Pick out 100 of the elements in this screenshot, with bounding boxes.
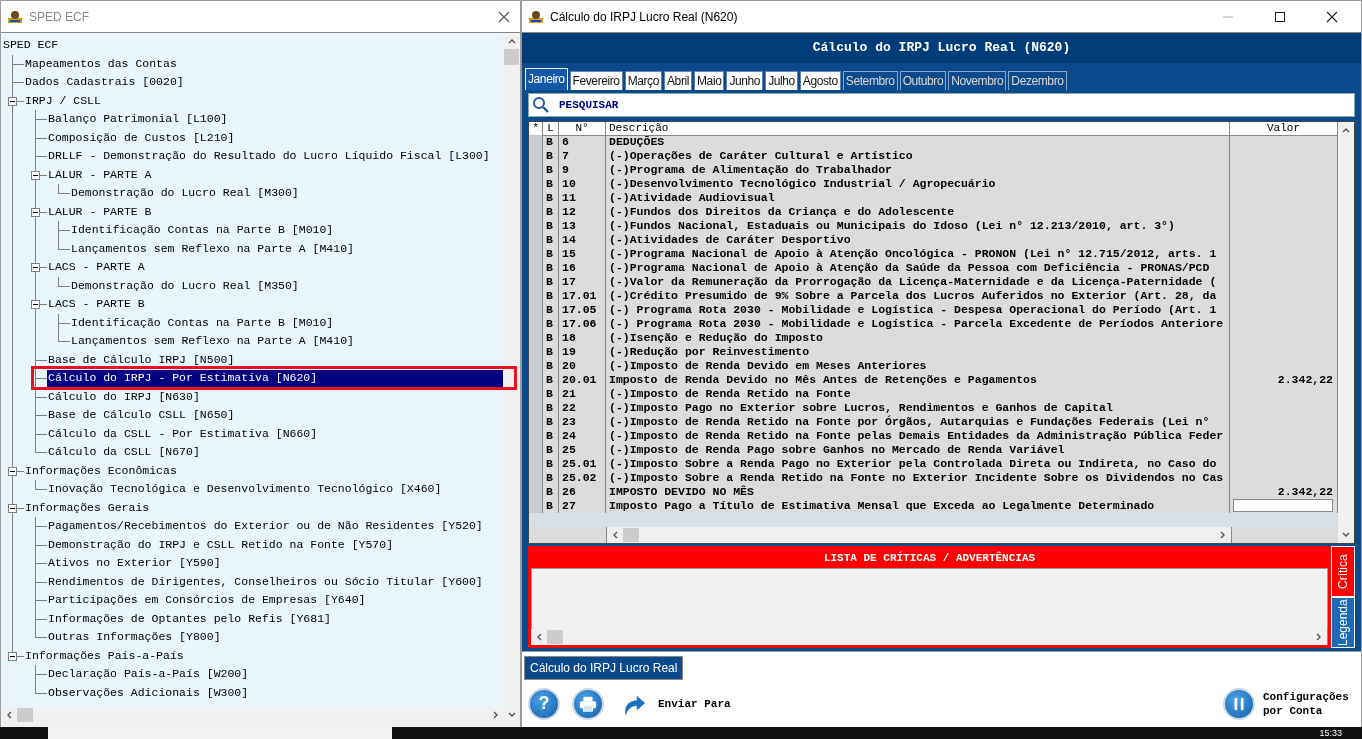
month-tab[interactable]: Maio (694, 71, 725, 90)
tree-item[interactable]: Composição de Custos [L210] (47, 128, 235, 147)
collapse-icon[interactable] (8, 96, 17, 106)
table-cell: B (543, 415, 559, 429)
scrollbar-thumb[interactable] (17, 708, 33, 722)
collapse-icon[interactable] (31, 263, 40, 272)
settings-button[interactable] (1223, 687, 1255, 720)
tree-item[interactable]: Observações Adicionais [W300] (47, 683, 249, 702)
tree-item[interactable]: Participações em Consórcios de Empresas [Y640] (47, 591, 366, 610)
tree-item[interactable]: Cálculo do IRPJ - Por Estimativa [N620] (47, 370, 503, 387)
window-title: SPED ECF (29, 9, 90, 24)
scrollbar[interactable] (1338, 122, 1354, 543)
month-tab[interactable]: Abril (664, 71, 692, 90)
tree-item[interactable]: Inovação Tecnológica e Desenvolvimento Tecnológico [X460] (47, 480, 442, 499)
table-cell: B (543, 247, 559, 261)
column-header: N° (559, 122, 606, 136)
document-tab[interactable]: Cálculo do IRPJ Lucro Real (524, 656, 684, 680)
side-tab[interactable]: Crítica (1331, 546, 1355, 597)
tree-item[interactable]: Cálculo do IRPJ [N630] (47, 387, 200, 406)
table-cell: (-)Programa Nacional de Apoio à Atenção Oncológica - PRONON (Lei n° 12.715/2012, arts. 1 (606, 247, 1230, 261)
table-cell: (-)Fundos Nacional, Estaduais ou Municipais do Idoso (Lei n° 12.213/2010, art. 3°) (606, 219, 1230, 233)
scrollbar-thumb[interactable] (504, 49, 519, 65)
month-tab[interactable]: Junho (726, 71, 764, 90)
row-selector-cell[interactable] (529, 135, 543, 149)
tree-item[interactable]: LACS - PARTE A (47, 258, 145, 277)
tree-item[interactable]: Demonstração do IRPJ e CSLL Retido na Fonte [Y570] (47, 535, 394, 554)
table-cell: (-) Programa Rota 2030 - Mobilidade e Logística - Despesa Operacional do Período (Art. 1 (606, 303, 1230, 317)
tree-item[interactable]: Base de Cálculo CSLL [N650] (47, 406, 235, 425)
table-cell: 21 (559, 387, 606, 401)
collapse-icon[interactable] (31, 170, 40, 180)
send-to-button[interactable]: Enviar Para (658, 697, 731, 710)
tree-item[interactable]: Identificação Contas na Parte B [M010] (70, 313, 334, 332)
tree-item[interactable]: Base de Cálculo IRPJ [N500] (47, 350, 235, 369)
tree-item[interactable]: IRPJ / CSLL (24, 91, 101, 110)
scrollbar[interactable] (531, 629, 1328, 645)
table-cell: 18 (559, 331, 606, 345)
table-cell: (-)Crédito Presumido de 9% Sobre a Parcela dos Lucros Auferidos no Exterior (Art. 28, da (606, 289, 1230, 303)
month-tab[interactable]: Julho (765, 71, 798, 90)
tree-item[interactable]: DRLLF - Demonstração do Resultado do Lucro Líquido Fiscal [L300] (47, 147, 490, 166)
close-icon[interactable] (498, 10, 510, 23)
scrollbar-thumb[interactable] (547, 630, 563, 644)
table-cell: 6 (559, 135, 606, 149)
month-tab[interactable]: Fevereiro (569, 71, 623, 90)
month-tab[interactable]: Agosto (799, 71, 841, 90)
tree-item[interactable]: Informações Econômicas (24, 461, 177, 480)
tree-item[interactable]: Demonstração do Lucro Real [M350] (70, 276, 299, 295)
table-cell: 9 (559, 163, 606, 177)
table-cell: B (543, 373, 559, 387)
tree-item[interactable]: Lançamentos sem Reflexo na Parte A [M410] (70, 239, 354, 258)
tree-item[interactable]: LALUR - PARTE B (47, 202, 152, 221)
collapse-icon[interactable] (31, 300, 40, 309)
table-cell: (-)Redução por Reinvestimento (606, 345, 1230, 359)
tree-item[interactable]: Informações Gerais (24, 498, 150, 517)
table-cell: 16 (559, 261, 606, 275)
table-cell: B (543, 429, 559, 443)
panel-title: LISTA DE CRÍTICAS / ADVERTÊNCIAS (822, 550, 1037, 566)
scrollbar[interactable] (606, 527, 1232, 543)
table-cell: 26 (559, 485, 606, 499)
tree-item[interactable]: Outras Informações [Y800] (47, 628, 221, 647)
table-cell: (-)Programa de Alimentação do Trabalhador (606, 163, 1230, 177)
tree-item[interactable]: LACS - PARTE B (47, 295, 145, 314)
tree-item[interactable]: Mapeamentos das Contas (24, 54, 177, 73)
printer-icon (579, 694, 597, 713)
tree-item[interactable]: Cálculo da CSLL [N670] (47, 443, 200, 462)
collapse-icon[interactable] (8, 503, 17, 513)
collapse-icon[interactable] (8, 466, 17, 476)
table-cell: B (543, 485, 559, 499)
collapse-icon[interactable] (31, 207, 40, 217)
table-cell: 24 (559, 429, 606, 443)
tree-item[interactable]: Ativos no Exterior [Y590] (47, 554, 221, 573)
tree-item[interactable]: LALUR - PARTE A (47, 165, 152, 184)
taskbar-search-field[interactable] (48, 727, 392, 739)
settings-label[interactable]: Configurações por Conta (1263, 689, 1353, 718)
table-cell: B (543, 289, 559, 303)
value-field[interactable] (1233, 499, 1333, 512)
search-field[interactable]: PESQUISAR (528, 93, 1355, 117)
table-cell: DEDUÇÕES (606, 135, 1230, 149)
month-tab[interactable]: Janeiro (525, 68, 568, 90)
tree-item[interactable]: Rendimentos de Dirigentes, Conselheiros ou Sócio Titular [Y600] (47, 572, 483, 591)
tree-item[interactable]: Lançamentos sem Reflexo na Parte A [M410] (70, 332, 354, 351)
tree-item[interactable]: Demonstração do Lucro Real [M300] (70, 184, 299, 203)
tree-item[interactable]: Informações de Optantes pelo Refis [Y681] (47, 609, 331, 628)
tree-item[interactable]: Declaração País-a-País [W200] (47, 665, 249, 684)
scrollbar-thumb[interactable] (623, 528, 639, 542)
print-button[interactable] (572, 687, 604, 720)
table-cell: (-)Valor da Remuneração da Prorrogação da Licença-Maternidade e da Licença-Paternidade ( (606, 275, 1230, 289)
tree-item[interactable]: Informações País-a-País (24, 646, 184, 665)
month-tab[interactable]: Março (624, 71, 662, 90)
table-cell: (-)Imposto Sobre a Renda Pago no Exterior pela Controlada Direta ou Indireta, no Caso do (606, 457, 1230, 471)
table-cell: 15 (559, 247, 606, 261)
tree-item[interactable]: SPED ECF (1, 36, 59, 55)
tree-item[interactable]: Balanço Patrimonial [L100] (47, 110, 228, 129)
collapse-icon[interactable] (8, 651, 17, 661)
tree-item[interactable]: Dados Cadastrais [0020] (24, 73, 184, 92)
side-tab[interactable]: Legenda (1331, 597, 1355, 648)
tree-item[interactable]: Cálculo da CSLL - Por Estimativa [N660] (47, 424, 318, 443)
tree-item[interactable]: Identificação Contas na Parte B [M010] (70, 221, 334, 240)
table-cell: 25.01 (559, 457, 606, 471)
tree-item[interactable]: Pagamentos/Recebimentos do Exterior ou de Não Residentes [Y520] (47, 517, 483, 536)
row-selector-cell[interactable] (529, 499, 543, 513)
